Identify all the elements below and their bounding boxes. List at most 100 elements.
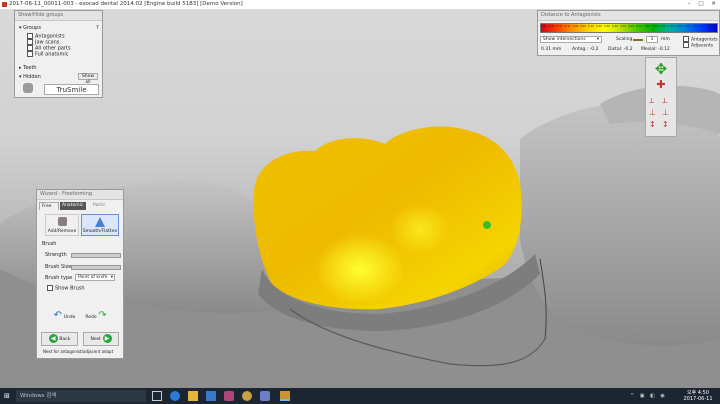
wizard-panel-header: Wizard - Freeforming [37,190,123,200]
next-button[interactable]: Next ▶ [83,332,119,346]
exocad-app-icon [2,2,7,7]
brush-size-slider[interactable] [71,265,121,270]
scale-tick-label: -0.21 [556,25,563,28]
adjacents-display-checkbox[interactable] [683,42,689,48]
app-icon-2[interactable] [242,391,252,401]
add-remove-label: Add/Remove [47,229,77,234]
teeth-section-toggle[interactable]: ▸ Teeth [19,65,37,71]
redo-label: Redo [85,315,97,320]
pan-view-icon[interactable]: ✚ [652,78,670,92]
crown-highlight-2 [390,204,450,254]
minimize-button[interactable]: – [683,0,695,9]
show-all-button[interactable]: Show all [78,73,98,85]
scale-tick-label: 1.49 [692,25,698,28]
system-tray-icons[interactable]: ^ ▣ ◧ ◉ [630,393,670,399]
close-window-button[interactable]: ✕ [707,0,720,9]
scaling-input[interactable]: 1 [646,36,658,43]
maximize-button[interactable]: □ [695,0,707,9]
add-remove-tool[interactable]: Add/Remove [45,214,79,236]
groups-panel-header: Show/Hide groups [15,11,102,21]
taskbar-search-box[interactable]: Windows 검색 [16,390,146,402]
group-item-full-anatomic[interactable]: Full anatomic [27,51,68,58]
view-front-icon[interactable]: ⟂ [649,96,661,106]
wizard-panel: Wizard - Freeforming Free Anatomic Parti… [36,189,124,359]
brush-type-dropdown[interactable]: Point of knife ▾ [75,274,115,281]
back-label: Back [59,337,71,342]
strength-label: Strength [45,252,67,258]
start-button[interactable]: ⊞ [4,392,12,400]
groups-section-toggle[interactable]: ▾ Groups [19,25,41,31]
chevron-down-icon: ▾ [596,37,599,42]
brush-size-label: Brush Size [45,264,72,270]
exocad-taskbar-icon[interactable] [280,391,290,401]
distance-scale-ticks: -0.41 -0.31 -0.21 -0.11 -0.01 0.09 0.19 0.29 0.3… [540,25,716,31]
scaling-unit: mm [661,37,670,42]
scale-tick-label: 0.19 [588,25,594,28]
file-explorer-icon[interactable] [188,391,198,401]
show-brush-checkbox[interactable] [47,285,53,291]
back-button[interactable]: ◀ Back [41,332,78,346]
add-remove-icon [57,217,67,226]
windows-taskbar: ⊞ Windows 검색 ^ ▣ ◧ ◉ 오후 4:50 2017-06-11 [0,388,720,404]
strength-slider[interactable] [71,253,121,258]
window-titlebar: 2017-06-11_00011-003 - exocad dental 201… [0,0,720,9]
trusmile-button[interactable]: TruSmile [44,84,99,95]
smooth-flatten-label: Smooth/Flatten [82,229,118,234]
groups-help-button[interactable]: ? [96,25,99,31]
distance-panel: Distance to Antagonists -0.41 -0.31 -0.21-… [537,10,720,56]
clock-date[interactable]: 2017-06-11 [680,396,716,402]
undo-arrow-icon: ↶ [53,310,63,321]
task-view-icon[interactable] [152,391,162,401]
full-anatomic-checkbox[interactable] [27,51,33,57]
next-arrow-icon: ▶ [102,334,112,343]
app-icon-1[interactable] [224,391,234,401]
scale-tick-label: 0.79 [636,25,642,28]
scale-tick-label: 1.39 [684,25,690,28]
store-icon[interactable] [206,391,216,401]
hidden-section-toggle[interactable]: ▾ Hidden [19,74,41,80]
distance-panel-header: Distance to Antagonists [538,11,719,21]
rotate-view-icon[interactable]: ✥ [652,60,670,78]
window-title: 2017-06-11_00011-003 - exocad dental 201… [9,1,243,7]
scaling-slider[interactable] [633,39,643,41]
view-left-icon[interactable]: ⊥ [649,108,661,118]
scale-tick-label: -0.41 [540,25,547,28]
groups-panel: Show/Hide groups ▾ Groups ? Antagonists … [14,10,103,98]
edge-browser-icon[interactable] [170,391,180,401]
scale-tick-label: 0.09 [580,25,586,28]
scale-tick-label: 0.49 [612,25,618,28]
clock-time[interactable]: 오후 4:50 [680,389,716,396]
scale-tick-label: -0.31 [548,25,555,28]
scale-tick-label: 0.99 [652,25,658,28]
next-label: Next [90,337,101,342]
app-icon-3[interactable] [260,391,270,401]
intersections-dropdown[interactable]: Show intersections ▾ [540,36,602,43]
scale-tick-label: 0.69 [628,25,634,28]
redo-button[interactable]: Redo ↷ [81,310,111,323]
scale-tick-label: 0.29 [596,25,602,28]
scaling-label: Scaling [616,37,633,42]
redo-arrow-icon: ↷ [98,310,107,321]
scale-tick-label: 0.59 [620,25,626,28]
scale-tick-label: 1.69 [708,25,714,28]
view-top-icon[interactable]: ↕ [649,120,661,130]
view-right-icon[interactable]: ⊥ [662,108,674,118]
scale-tick-label: 1.19 [668,25,674,28]
brush-section-label: Brush [42,241,57,247]
undo-button[interactable]: ↶ Undo [51,310,78,323]
right-adjacent-tooth [520,103,720,346]
adjacents-check[interactable]: Adjacents [683,42,713,49]
show-brush-check[interactable]: Show Brush [47,285,85,292]
view-bottom-icon[interactable]: ↕ [662,120,674,130]
view-back-icon[interactable]: ⟂ [662,96,674,106]
scale-tick-label: 1.59 [700,25,706,28]
wizard-tabs: Free Anatomic Partic [39,202,121,210]
tab-partic[interactable]: Partic [91,202,113,210]
brush-type-label: Brush type [45,275,73,281]
tab-anatomic[interactable]: Anatomic [60,202,86,210]
scale-tick-label: 1.09 [660,25,666,28]
wizard-hint: Next for antagonist/adjacent adapt [43,349,114,354]
tab-free[interactable]: Free [39,202,59,210]
scale-tick-label: 1.29 [676,25,682,28]
smooth-flatten-tool[interactable]: Smooth/Flatten [81,214,119,236]
